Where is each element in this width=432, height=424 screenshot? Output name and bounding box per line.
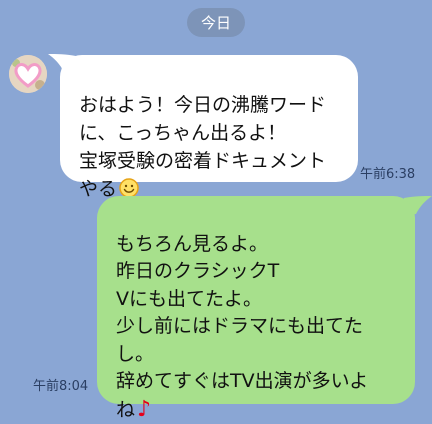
heart-avatar-icon (9, 55, 47, 93)
smile-emoji-icon (119, 178, 139, 198)
outgoing-message-text-wrap: もちろん見るよ。 昨日のクラシックT Vにも出てたよ。 少し前にはドラマにも出て… (116, 203, 408, 424)
music-note-emoji: ♪ (137, 396, 152, 422)
contact-avatar[interactable] (9, 55, 47, 93)
date-label: 今日 (200, 14, 231, 32)
incoming-message-text-wrap: おはよう！今日の沸騰ワード に、こっちゃん出るよ！ 宝塚受験の密着ドキュメント … (79, 63, 355, 203)
incoming-message-bubble[interactable]: おはよう！今日の沸騰ワード に、こっちゃん出るよ！ 宝塚受験の密着ドキュメント … (60, 55, 358, 200)
outgoing-message-time: 午前8:04 (33, 379, 89, 394)
outgoing-message-text: もちろん見るよ。 昨日のクラシックT Vにも出てたよ。 少し前にはドラマにも出て… (116, 232, 369, 421)
incoming-message-time: 午前6:38 (360, 167, 416, 182)
date-separator: 今日 (187, 8, 245, 37)
incoming-message-text: おはよう！今日の沸騰ワード に、こっちゃん出るよ！ 宝塚受験の密着ドキュメント … (79, 94, 327, 200)
outgoing-message-bubble[interactable]: もちろん見るよ。 昨日のクラシックT Vにも出てたよ。 少し前にはドラマにも出て… (97, 196, 415, 422)
